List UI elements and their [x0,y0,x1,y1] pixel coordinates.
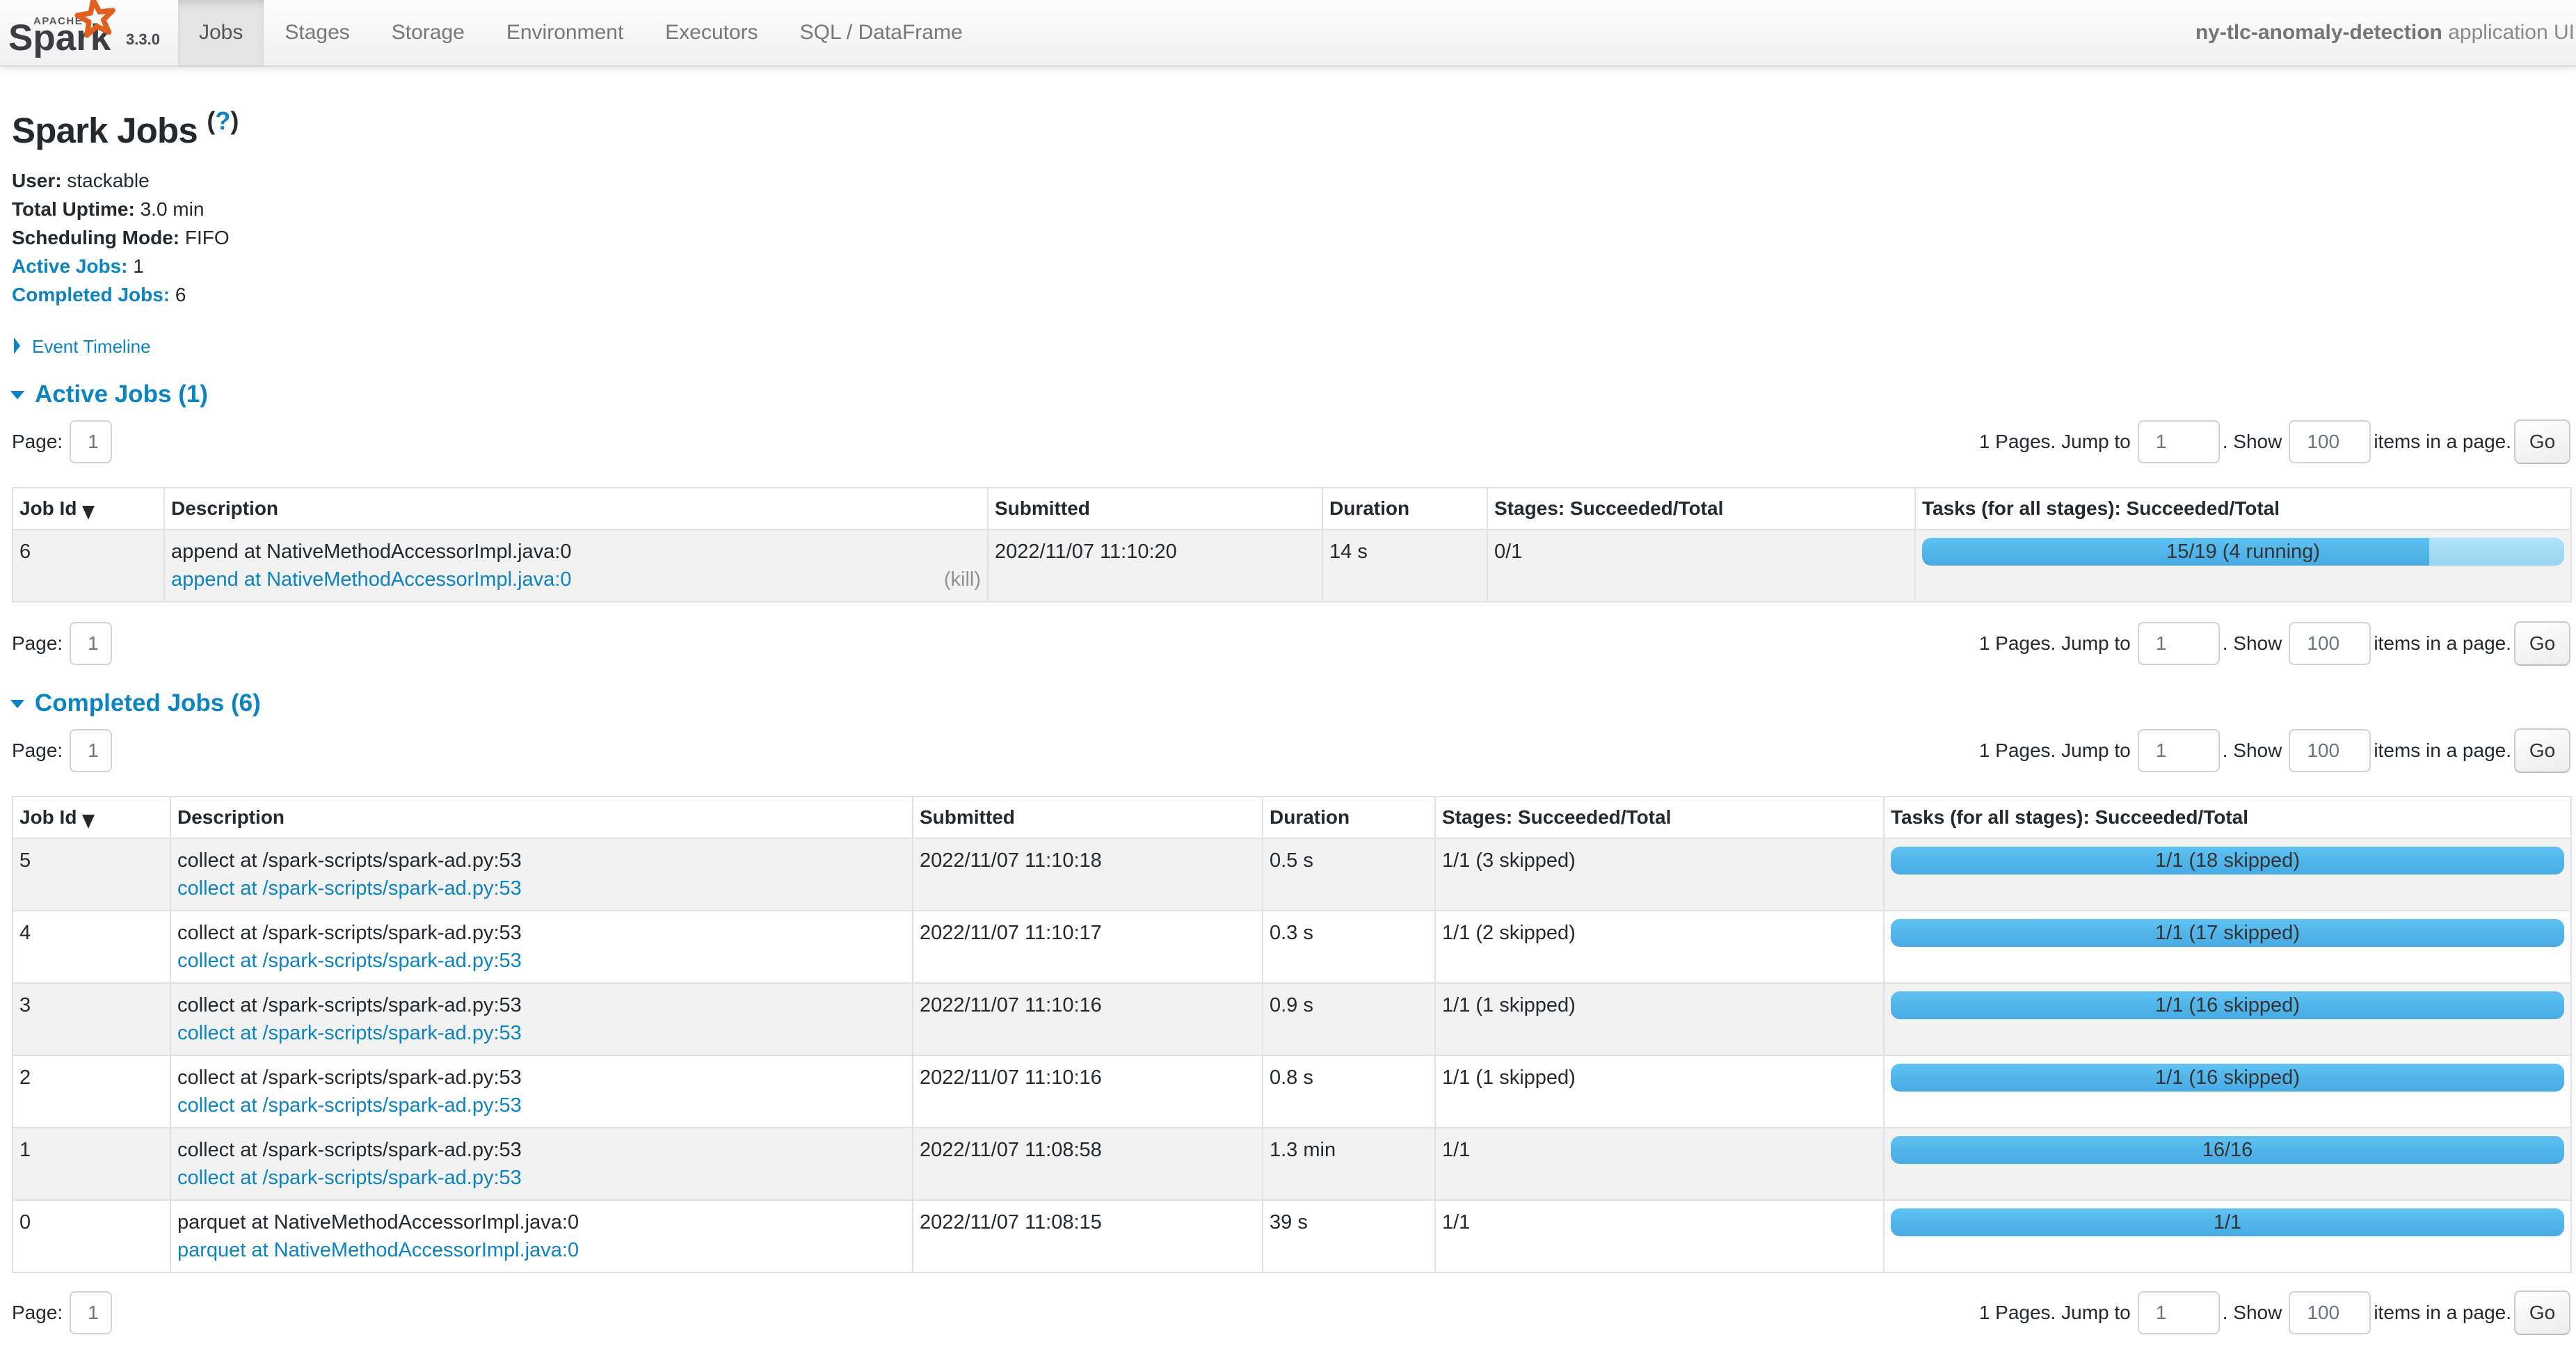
svg-text:Spark: Spark [10,17,111,58]
